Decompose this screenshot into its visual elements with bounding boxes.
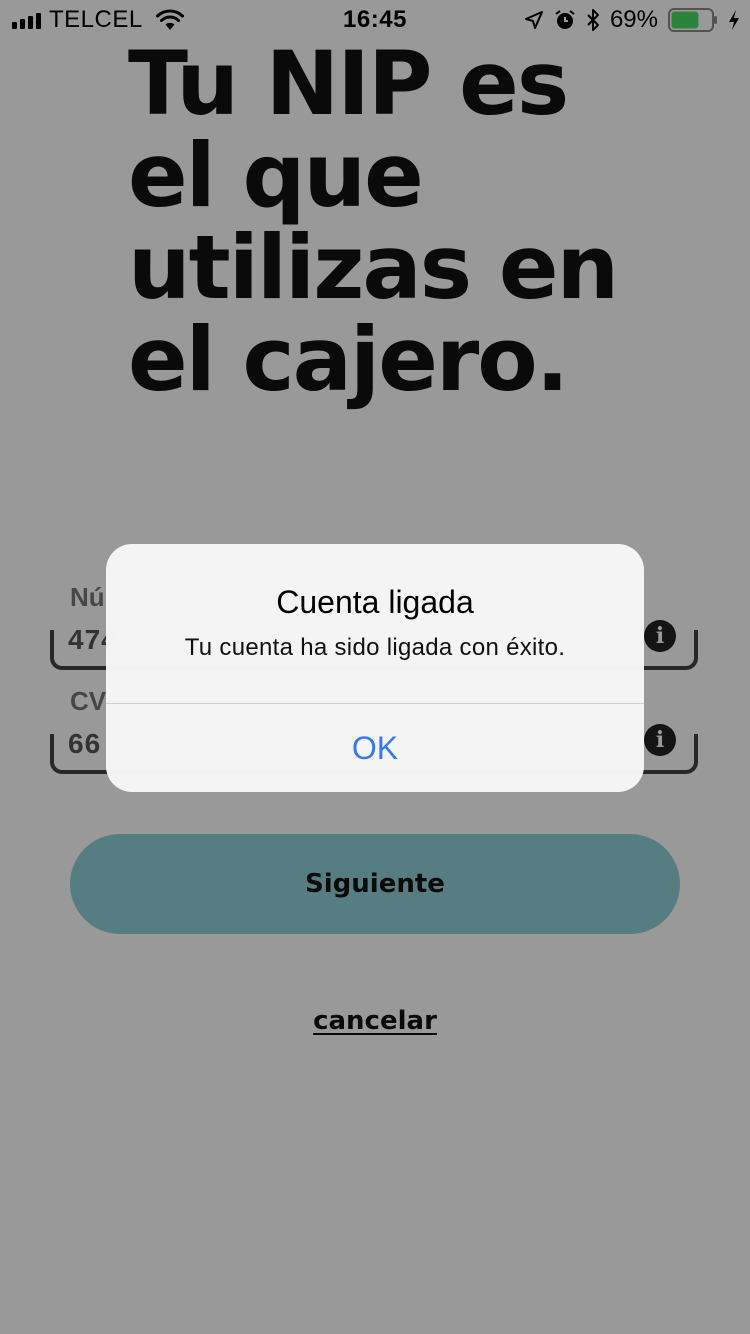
- alert-dialog: Cuenta ligada Tu cuenta ha sido ligada c…: [106, 544, 644, 792]
- alert-title: Cuenta ligada: [276, 584, 474, 620]
- ok-button[interactable]: OK: [106, 704, 644, 792]
- alert-message: Tu cuenta ha sido ligada con éxito.: [184, 634, 566, 661]
